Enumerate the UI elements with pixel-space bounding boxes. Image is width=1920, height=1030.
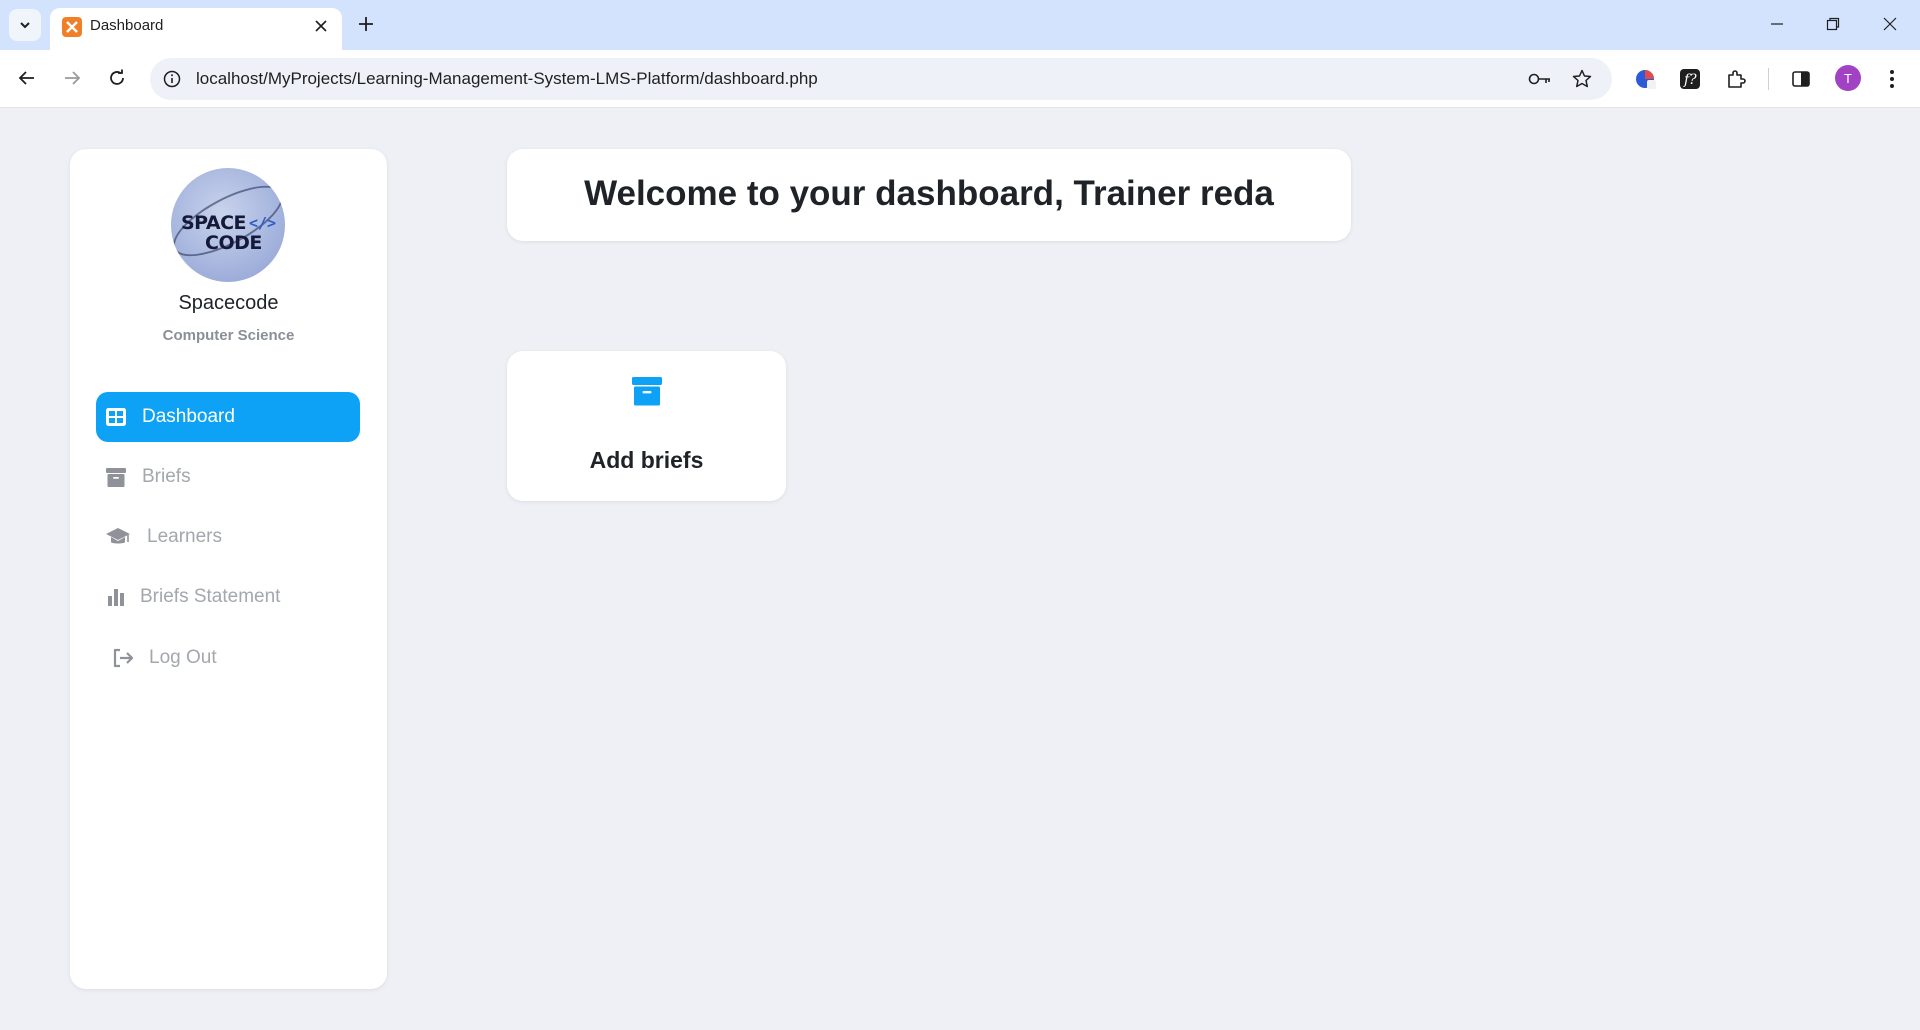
graduation-cap-icon	[105, 526, 131, 548]
profile-avatar[interactable]: T	[1835, 65, 1861, 91]
bookmark-star-icon[interactable]	[1570, 67, 1594, 91]
sidebar-item-dashboard[interactable]: Dashboard	[96, 392, 360, 442]
sidebar-item-label: Learners	[147, 526, 222, 547]
bar-chart-icon	[105, 586, 127, 608]
tab-search-button[interactable]	[9, 9, 41, 41]
arrow-right-icon	[65, 71, 81, 85]
address-bar[interactable]: localhost/MyProjects/Learning-Management…	[150, 58, 1612, 100]
arrow-left-icon	[18, 71, 34, 85]
sidebar-item-label: Log Out	[149, 647, 217, 668]
sidebar-item-learners[interactable]: Learners	[96, 512, 360, 562]
minimize-button[interactable]	[1755, 7, 1799, 41]
side-panel-icon[interactable]	[1787, 65, 1815, 93]
archive-icon	[105, 466, 127, 488]
font-extension-icon[interactable]: f?	[1676, 65, 1704, 93]
sidebar: SPACE </> CODE Spacecode Computer Scienc…	[70, 149, 387, 989]
close-icon	[1883, 17, 1897, 31]
org-name: Spacecode	[178, 292, 279, 314]
password-key-icon[interactable]	[1528, 67, 1552, 91]
logo-text-code: CODE	[205, 232, 262, 254]
chevron-down-icon	[20, 22, 30, 29]
forward-button[interactable]	[54, 60, 90, 96]
logout-icon	[112, 647, 134, 669]
org-subtitle: Computer Science	[162, 327, 295, 344]
toolbar-separator	[1768, 68, 1769, 90]
tab-close-icon[interactable]	[310, 15, 332, 37]
close-window-button[interactable]	[1868, 7, 1912, 41]
browser-toolbar: localhost/MyProjects/Learning-Management…	[0, 50, 1920, 108]
sidebar-item-label: Briefs Statement	[140, 586, 281, 607]
sidebar-item-briefs-statement[interactable]: Briefs Statement	[96, 572, 360, 622]
url-text[interactable]: localhost/MyProjects/Learning-Management…	[196, 69, 818, 89]
restore-button[interactable]	[1811, 7, 1855, 41]
browser-tabstrip: Dashboard	[0, 0, 1920, 50]
minimize-icon	[1771, 23, 1783, 25]
logo-code-symbol: </>	[249, 214, 277, 232]
back-button[interactable]	[9, 60, 45, 96]
add-briefs-label: Add briefs	[589, 447, 704, 473]
tab-title: Dashboard	[90, 17, 164, 34]
logo-text-space: SPACE	[181, 212, 247, 234]
restore-icon	[1826, 17, 1840, 31]
sidebar-item-label: Briefs	[142, 466, 191, 487]
welcome-card: Welcome to your dashboard, Trainer reda	[507, 149, 1351, 241]
page-title: Welcome to your dashboard, Trainer reda	[584, 174, 1274, 213]
svg-text:f?: f?	[1683, 72, 1697, 88]
reload-button[interactable]	[99, 60, 135, 96]
color-picker-extension-icon[interactable]	[1632, 65, 1660, 93]
menu-kebab-icon[interactable]	[1878, 65, 1906, 93]
site-info-icon[interactable]	[160, 67, 184, 91]
extensions-puzzle-icon[interactable]	[1722, 65, 1750, 93]
org-logo: SPACE </> CODE	[171, 168, 285, 282]
sidebar-item-logout[interactable]: Log Out	[96, 633, 360, 683]
archive-icon	[630, 375, 664, 409]
sidebar-item-briefs[interactable]: Briefs	[96, 452, 360, 502]
xampp-favicon-icon	[62, 17, 82, 37]
plus-icon	[359, 17, 373, 31]
grid-icon	[105, 406, 127, 428]
add-briefs-card[interactable]: Add briefs	[507, 351, 786, 501]
reload-icon	[110, 69, 124, 85]
new-tab-button[interactable]	[352, 10, 380, 38]
browser-tab[interactable]: Dashboard	[50, 8, 342, 50]
sidebar-item-label: Dashboard	[142, 406, 235, 427]
